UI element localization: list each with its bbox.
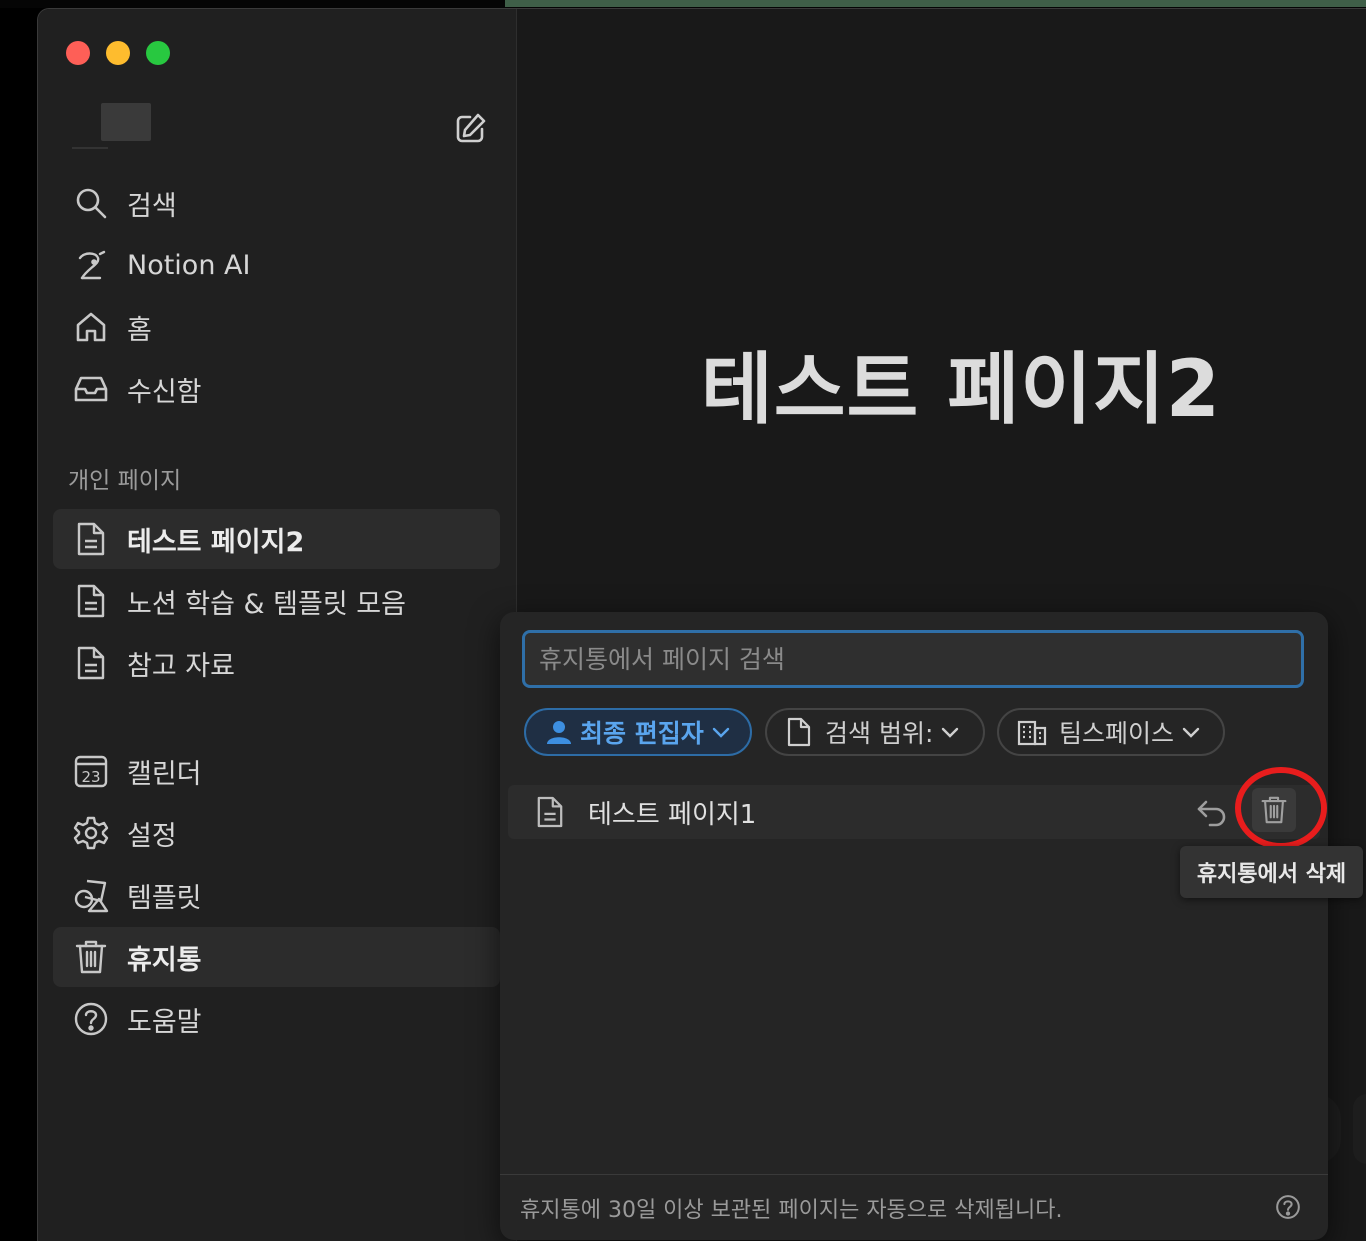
chevron-down-icon [1182, 726, 1200, 738]
sidebar: 검색 Notion AI 홈 수신함 개인 페이지 테스트 페이지2 노션 학습… [38, 9, 517, 1241]
footer-text: 휴지통에 30일 이상 보관된 페이지는 자동으로 삭제됩니다. [520, 1198, 1063, 1223]
home-icon [71, 307, 111, 347]
highlight-circle [1235, 767, 1327, 849]
page-icon [532, 794, 568, 830]
close-window-button[interactable] [66, 41, 90, 65]
sidebar-item-templates[interactable]: 템플릿 [53, 865, 500, 925]
compose-icon [456, 113, 486, 143]
sidebar-item-inbox[interactable]: 수신함 [53, 359, 500, 419]
page-icon [787, 717, 811, 747]
sidebar-item-trash[interactable]: 휴지통 [53, 927, 500, 987]
trash-search-input[interactable] [525, 633, 1301, 685]
undo-icon [1197, 800, 1226, 827]
sidebar-item-label: 홈 [127, 314, 152, 346]
sidebar-page-notion-learning[interactable]: 노션 학습 & 템플릿 모음 [53, 571, 500, 631]
sidebar-item-label: 수신함 [127, 376, 202, 408]
sidebar-item-label: 참고 자료 [127, 650, 235, 682]
filter-label: 최종 편집자 [580, 719, 704, 748]
sidebar-item-label: 설정 [127, 820, 177, 852]
sidebar-item-label: 노션 학습 & 템플릿 모음 [127, 588, 406, 620]
trash-search-field[interactable] [522, 630, 1304, 688]
calendar-icon: 23 [71, 751, 111, 791]
filter-label: 검색 범위: [825, 719, 934, 748]
sidebar-item-label: Notion AI [127, 249, 251, 281]
notion-ai-icon [71, 245, 111, 285]
restore-button[interactable] [1194, 795, 1230, 831]
search-icon [71, 183, 111, 223]
sidebar-item-home[interactable]: 홈 [53, 297, 500, 357]
sidebar-item-calendar[interactable]: 23 캘린더 [53, 741, 500, 801]
template-icon [71, 875, 111, 915]
help-icon[interactable] [1274, 1193, 1302, 1221]
filter-last-editor[interactable]: 최종 편집자 [524, 708, 752, 756]
page-icon [71, 581, 111, 621]
sidebar-item-search[interactable]: 검색 [53, 173, 500, 233]
sidebar-item-help[interactable]: 도움말 [53, 989, 500, 1049]
sidebar-item-label: 검색 [127, 190, 177, 222]
chevron-down-icon [941, 726, 959, 738]
building-icon [1017, 718, 1047, 746]
trash-icon [71, 937, 111, 977]
sidebar-page-test2[interactable]: 테스트 페이지2 [53, 509, 500, 569]
filter-teamspace[interactable]: 팀스페이스 [997, 708, 1225, 756]
sidebar-item-label: 캘린더 [127, 758, 202, 790]
background-window-edge [505, 0, 1366, 7]
workspace-avatar[interactable] [101, 103, 151, 141]
trash-panel: 최종 편집자 검색 범위: 팀스페이스 테스트 페이지1 [500, 612, 1328, 1240]
inbox-icon [71, 369, 111, 409]
gear-icon [71, 813, 111, 853]
trash-item-label: 테스트 페이지1 [588, 799, 757, 830]
sidebar-item-settings[interactable]: 설정 [53, 803, 500, 863]
page-icon [71, 519, 111, 559]
filter-label: 팀스페이스 [1059, 719, 1175, 748]
tooltip: 휴지통에서 삭제 [1180, 846, 1363, 898]
svg-text:23: 23 [81, 768, 100, 786]
sidebar-item-notion-ai[interactable]: Notion AI [53, 235, 500, 295]
background-control [1353, 1094, 1366, 1164]
new-page-button[interactable] [450, 109, 490, 149]
filter-scope[interactable]: 검색 범위: [765, 708, 985, 756]
trash-footer: 휴지통에 30일 이상 보관된 페이지는 자동으로 삭제됩니다. [500, 1174, 1328, 1240]
section-label-private: 개인 페이지 [68, 468, 182, 494]
sidebar-item-label: 휴지통 [127, 944, 202, 976]
zoom-window-button[interactable] [146, 41, 170, 65]
chevron-down-icon [712, 726, 730, 738]
sidebar-item-label: 템플릿 [127, 882, 202, 914]
minimize-window-button[interactable] [106, 41, 130, 65]
sidebar-item-label: 도움말 [127, 1006, 202, 1038]
page-title: 테스트 페이지2 [701, 345, 1221, 435]
sidebar-item-label: 테스트 페이지2 [127, 526, 305, 558]
workspace-underline [72, 147, 108, 149]
person-icon [544, 719, 574, 745]
page-icon [71, 643, 111, 683]
sidebar-page-reference[interactable]: 참고 자료 [53, 633, 500, 693]
help-icon [71, 999, 111, 1039]
